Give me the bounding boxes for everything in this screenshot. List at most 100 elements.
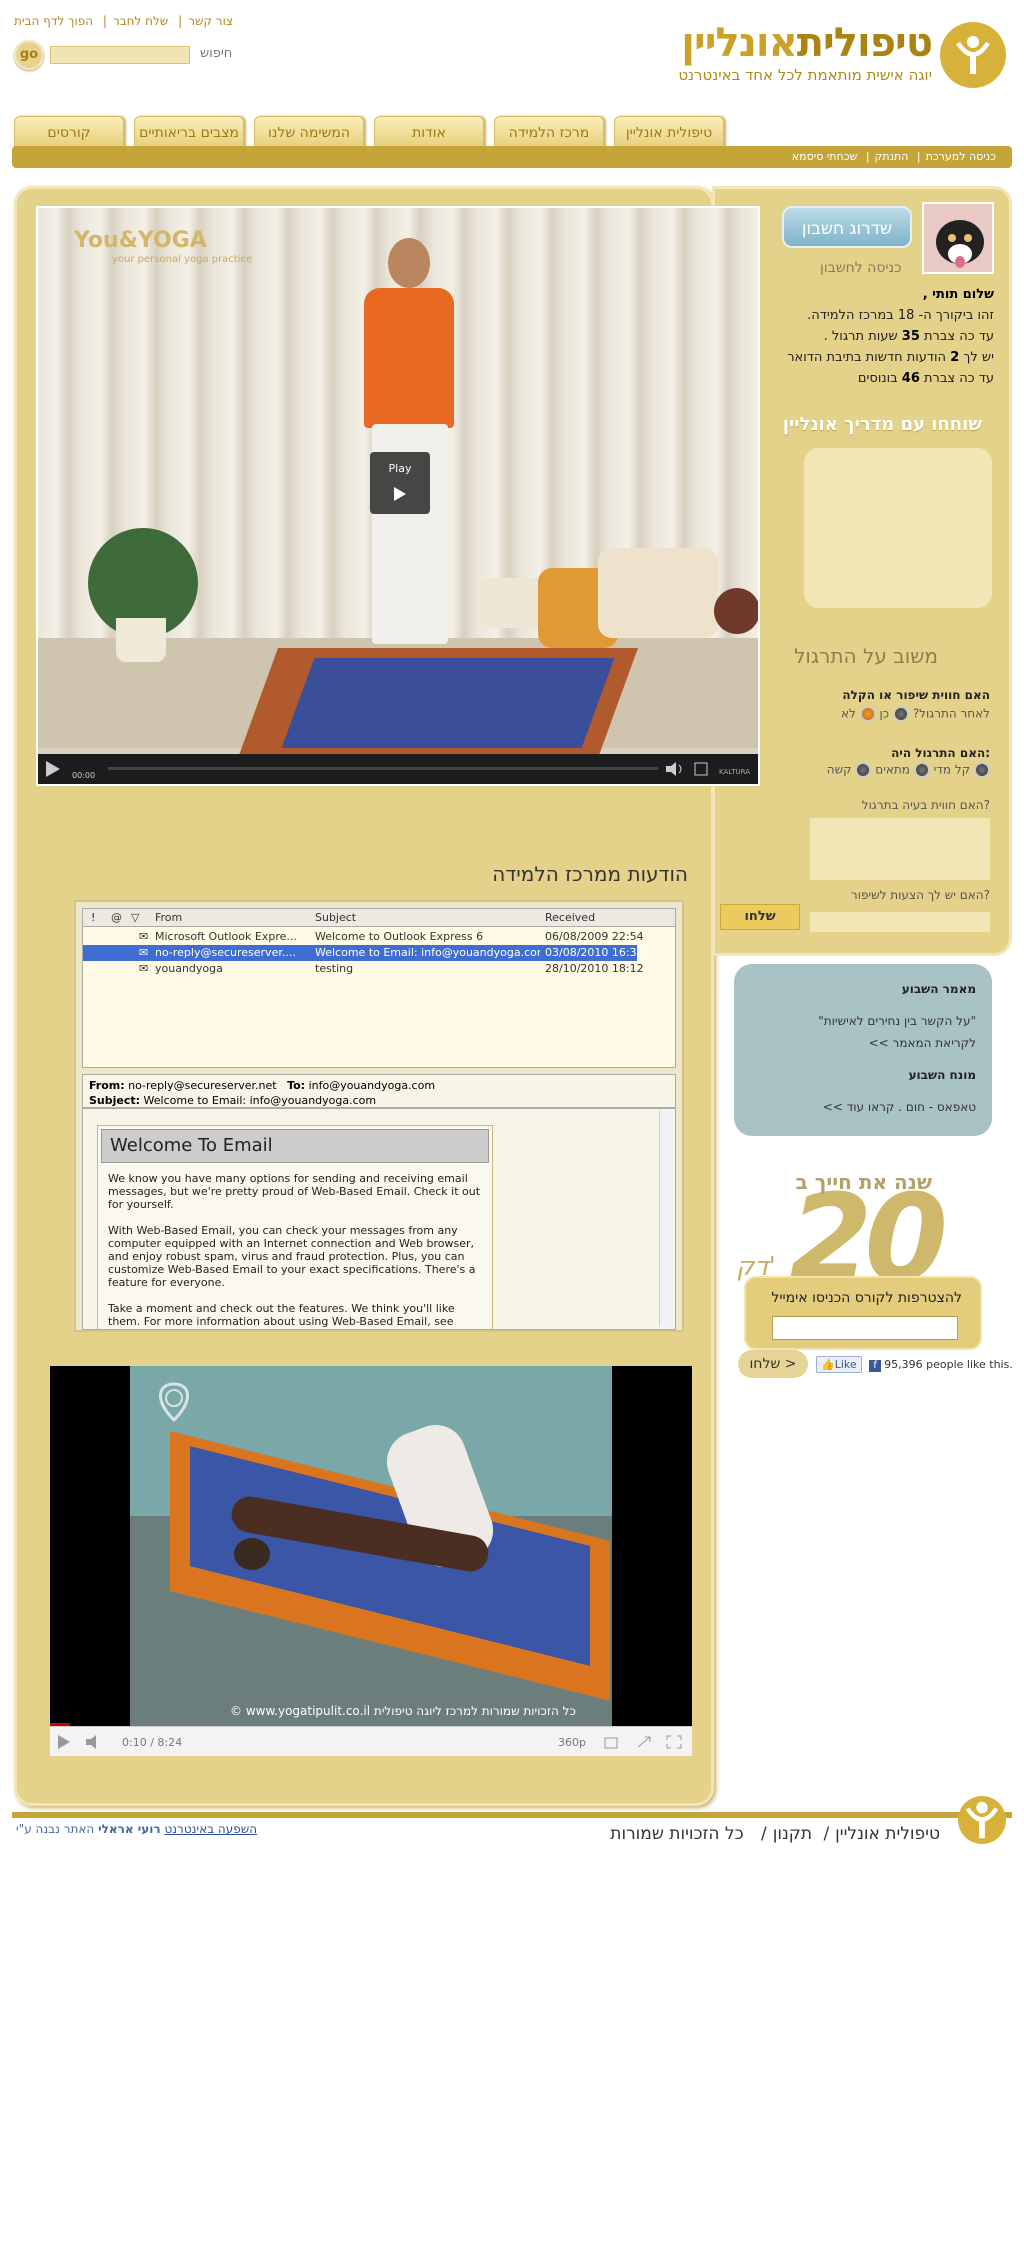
practice-hours: עד כה צברת 35 שעות תרגול . xyxy=(823,329,994,344)
play-button[interactable]: Play xyxy=(370,452,430,514)
email-list: ! @ ▽ From Subject Received ✉ Microsoft … xyxy=(82,908,676,1068)
footer-logo-icon xyxy=(958,1796,1006,1844)
col-from[interactable]: From xyxy=(155,911,182,924)
plant-pot xyxy=(116,618,166,662)
video-controls: 00:00 KALTURA xyxy=(38,754,758,784)
fullscreen-icon[interactable] xyxy=(694,762,708,776)
youtube-video-player[interactable]: © www.yogatipulit.co.il כל הזכויות שמורו… xyxy=(50,1366,692,1756)
email-row[interactable]: ✉ Microsoft Outlook Expre... Welcome to … xyxy=(83,929,675,945)
bonus-count: עד כה צברת 46 בונוסים xyxy=(857,371,994,386)
email-client: ! @ ▽ From Subject Received ✉ Microsoft … xyxy=(74,900,684,1332)
email-scrollbar[interactable] xyxy=(659,1111,673,1327)
footer-links: טיפולית אונליין/ תקנון/ כל הזכויות שמורו… xyxy=(610,1824,940,1844)
video2-time: 0:10 / 8:24 xyxy=(122,1736,183,1749)
email-subject: Welcome to Email: info@youandyoga.com xyxy=(143,1094,377,1107)
sub-nav: כניסה למערכת| התנתק| שכחתי סיסמא xyxy=(791,150,996,163)
logo-title: טיפוליתאונליין xyxy=(681,20,933,66)
footer-home-link[interactable]: טיפולית אונליין xyxy=(835,1824,940,1844)
feedback-send-button[interactable]: שלחו xyxy=(720,904,800,930)
expand-icon[interactable] xyxy=(636,1735,652,1749)
visit-count: זהו ביקורך ה- 18 במרכז הלמידה. xyxy=(807,308,994,323)
tab-learning-center[interactable]: מרכז הלמידה xyxy=(494,116,604,148)
tab-about[interactable]: אודות xyxy=(374,116,484,148)
envelope-icon: ✉ xyxy=(139,930,149,943)
search-input[interactable] xyxy=(50,46,190,64)
email-row[interactable]: ✉ no-reply@secureserver.... Welcome to E… xyxy=(83,945,644,961)
email-to: info@youandyoga.com xyxy=(308,1079,436,1092)
login-link[interactable]: כניסה למערכת xyxy=(926,150,996,163)
footer-terms-link[interactable]: תקנון xyxy=(773,1824,812,1844)
promo-send-button[interactable]: שלחו > xyxy=(738,1350,808,1378)
video2-quality[interactable]: 360p xyxy=(558,1736,586,1749)
radio-yes[interactable] xyxy=(892,706,909,722)
thumbs-up-icon: 👍 xyxy=(821,1358,835,1371)
article-read-link[interactable]: לקריאת המאמר >> xyxy=(750,1032,976,1054)
top-links: צור קשר| שלח לחבר| הפוך לדף הבית xyxy=(14,14,233,28)
send-friend-link[interactable]: שלח לחבר xyxy=(113,14,168,28)
article-title: "על הקשר בין נחירים לאישיות" xyxy=(818,1014,976,1028)
credit-link[interactable]: השפעה באינטרנט xyxy=(164,1822,257,1836)
radio-no[interactable] xyxy=(859,706,876,722)
email-from: no-reply@secureserver.net xyxy=(128,1079,277,1092)
volume-icon[interactable] xyxy=(666,762,684,776)
email-list-header: ! @ ▽ From Subject Received xyxy=(83,909,675,927)
messages-title: הודעות ממרכז הלמידה xyxy=(492,862,688,886)
play-small-icon[interactable] xyxy=(46,761,60,777)
contact-link[interactable]: צור קשר xyxy=(188,14,233,28)
fullscreen-icon[interactable] xyxy=(666,1735,682,1749)
tab-mission[interactable]: המשימה שלנו xyxy=(254,116,364,148)
col-attachment[interactable]: @ xyxy=(111,911,122,924)
fb-like-count: 95,396 people like this. xyxy=(884,1358,1013,1371)
feedback-suggest-input[interactable] xyxy=(810,912,990,932)
play-icon[interactable] xyxy=(58,1735,70,1749)
play-label: Play xyxy=(388,462,412,475)
col-priority[interactable]: ! xyxy=(91,911,95,924)
feedback-title: משוב על התרגול xyxy=(794,644,938,668)
radio-fitting[interactable] xyxy=(913,762,930,778)
promo-heading: שנה את חייך ב xyxy=(795,1170,932,1194)
video-brand-sub: your personal yoga practice xyxy=(112,254,253,265)
email-row[interactable]: ✉ youandyoga testing 28/10/2010 18:12 xyxy=(83,961,675,977)
account-login-link[interactable]: כניסה לחשבון xyxy=(820,260,902,276)
site-logo[interactable]: טיפוליתאונליין יוגה אישית מותאמת לכל אחד… xyxy=(678,20,1006,90)
logo-icon xyxy=(940,22,1006,88)
lesson-video-player[interactable]: You&YOGA your personal yoga practice Pla… xyxy=(36,206,760,786)
homepage-link[interactable]: הפוך לדף הבית xyxy=(14,14,93,28)
welcome-text: We know you have many options for sendin… xyxy=(108,1172,481,1328)
col-received[interactable]: Received xyxy=(545,911,595,924)
tab-courses[interactable]: קורסים xyxy=(14,116,124,148)
radio-too-easy[interactable] xyxy=(974,762,990,778)
footer-copyright: כל הזכויות שמורות xyxy=(610,1824,744,1844)
welcome-title: Welcome To Email xyxy=(101,1129,489,1163)
plant xyxy=(714,588,758,634)
greeting: שלום תותי , xyxy=(922,287,994,302)
col-subject[interactable]: Subject xyxy=(315,911,356,924)
radio-hard[interactable] xyxy=(855,762,872,778)
video-brand: You&YOGA xyxy=(74,228,207,253)
upgrade-account-button[interactable]: שדרוג חשבון xyxy=(782,206,912,248)
instructor xyxy=(364,288,454,428)
email-header: From: no-reply@secureserver.net To: info… xyxy=(82,1074,676,1108)
new-messages[interactable]: יש לך 2 הודעות חדשות בתיבת הדואר xyxy=(734,347,994,368)
practitioner xyxy=(234,1538,270,1570)
chat-box[interactable] xyxy=(804,448,992,608)
tab-health[interactable]: מצבים בריאותיים xyxy=(134,116,244,148)
fb-like-button[interactable]: 👍Like xyxy=(816,1356,862,1373)
envelope-icon: ✉ xyxy=(139,962,149,975)
popout-icon[interactable] xyxy=(604,1735,620,1749)
feedback-problem-input[interactable] xyxy=(810,818,990,880)
email-body[interactable]: Welcome To Email We know you have many o… xyxy=(82,1108,676,1330)
term-link[interactable]: טאפאס - חום . קראו עוד >> xyxy=(750,1096,976,1118)
col-flag[interactable]: ▽ xyxy=(131,911,139,924)
kaltura-logo: KALTURA xyxy=(719,768,750,776)
promo-email-input[interactable] xyxy=(772,1316,958,1340)
feedback-q3: האם חווית בעיה בתרגול? xyxy=(861,798,990,812)
video-progress[interactable] xyxy=(108,767,658,770)
logout-link[interactable]: התנתק xyxy=(875,150,909,163)
video-time: 00:00 xyxy=(72,771,96,780)
volume-icon[interactable] xyxy=(86,1735,104,1749)
tab-tipulit-online[interactable]: טיפולית אונליין xyxy=(614,116,724,148)
search-go-button[interactable]: go xyxy=(14,40,44,70)
forgot-password-link[interactable]: שכחתי סיסמא xyxy=(792,150,858,163)
video2-controls: 0:10 / 8:24 360p xyxy=(50,1726,692,1756)
